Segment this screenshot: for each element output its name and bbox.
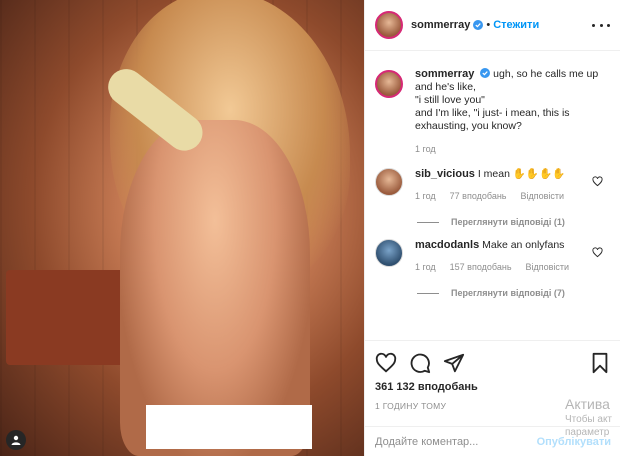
comment-item: sib_vicious I mean ✋✋✋✋ 1 год 77 вподоба…: [365, 156, 620, 203]
watermark-line-1: Актива: [565, 396, 610, 412]
view-replies-label: Переглянути відповіді (1): [451, 217, 565, 227]
view-replies-button[interactable]: Переглянути відповіді (1): [417, 217, 620, 227]
follow-button[interactable]: Стежити: [493, 19, 539, 31]
comment-likes[interactable]: 77 вподобань: [450, 190, 507, 203]
replies-line: [417, 221, 439, 223]
comment-username[interactable]: macdodanls: [415, 239, 479, 251]
comment-icon[interactable]: [409, 352, 431, 374]
view-replies-label: Переглянути відповіді (7): [451, 288, 565, 298]
action-icons: [375, 351, 611, 375]
comment-likes[interactable]: 157 вподобань: [450, 261, 512, 274]
caption-time[interactable]: 1 год: [415, 143, 605, 156]
post-side-panel: sommerray • Стежити sommerray ugh, so he…: [364, 0, 620, 456]
author-username[interactable]: sommerray: [411, 19, 470, 31]
verified-badge-icon: [480, 68, 491, 78]
activation-watermark: Актива Чтобы акт параметр: [565, 396, 612, 438]
comment-time[interactable]: 1 год: [415, 190, 436, 203]
comment-text: Make an onlyfans: [482, 239, 565, 251]
comment-input[interactable]: [375, 435, 525, 448]
post-image[interactable]: [0, 0, 364, 456]
caption: sommerray ugh, so he calls me up and he'…: [365, 58, 620, 156]
comments-list[interactable]: sommerray ugh, so he calls me up and he'…: [365, 58, 620, 340]
watermark-line-2: Чтобы акт: [565, 414, 613, 425]
replies-line: [417, 292, 439, 294]
comment-meta: 1 год 157 вподобань Відповісти: [415, 261, 585, 274]
comment-meta: 1 год 77 вподобань Відповісти: [415, 190, 585, 203]
comment-heart-icon[interactable]: [592, 247, 603, 258]
comment-text: I mean ✋✋✋✋: [477, 168, 566, 180]
more-options-icon[interactable]: [592, 22, 610, 28]
account-tag-icon[interactable]: [6, 430, 26, 450]
watermark-line-3: параметр: [565, 427, 610, 438]
comment-avatar[interactable]: [375, 239, 403, 267]
share-icon[interactable]: [443, 352, 465, 374]
likes-count[interactable]: 361 132 вподобань: [375, 381, 611, 393]
image-censor-box: [146, 405, 312, 449]
comment-heart-icon[interactable]: [592, 176, 603, 187]
comment-avatar[interactable]: [375, 168, 403, 196]
comment-username[interactable]: sib_vicious: [415, 168, 475, 180]
verified-badge-icon: [473, 20, 484, 30]
post-header: sommerray • Стежити: [365, 0, 620, 51]
reply-button[interactable]: Відповісти: [526, 261, 570, 274]
caption-avatar[interactable]: [375, 70, 403, 98]
reply-button[interactable]: Відповісти: [521, 190, 565, 203]
bookmark-icon[interactable]: [589, 352, 611, 374]
heart-icon[interactable]: [375, 352, 397, 374]
image-desk: [6, 270, 126, 365]
author-avatar[interactable]: [375, 11, 403, 39]
comment-time[interactable]: 1 год: [415, 261, 436, 274]
caption-username[interactable]: sommerray: [415, 68, 474, 80]
separator-dot: •: [486, 19, 491, 31]
view-replies-button[interactable]: Переглянути відповіді (7): [417, 288, 620, 298]
comment-item: macdodanls Make an onlyfans 1 год 157 вп…: [365, 227, 620, 274]
